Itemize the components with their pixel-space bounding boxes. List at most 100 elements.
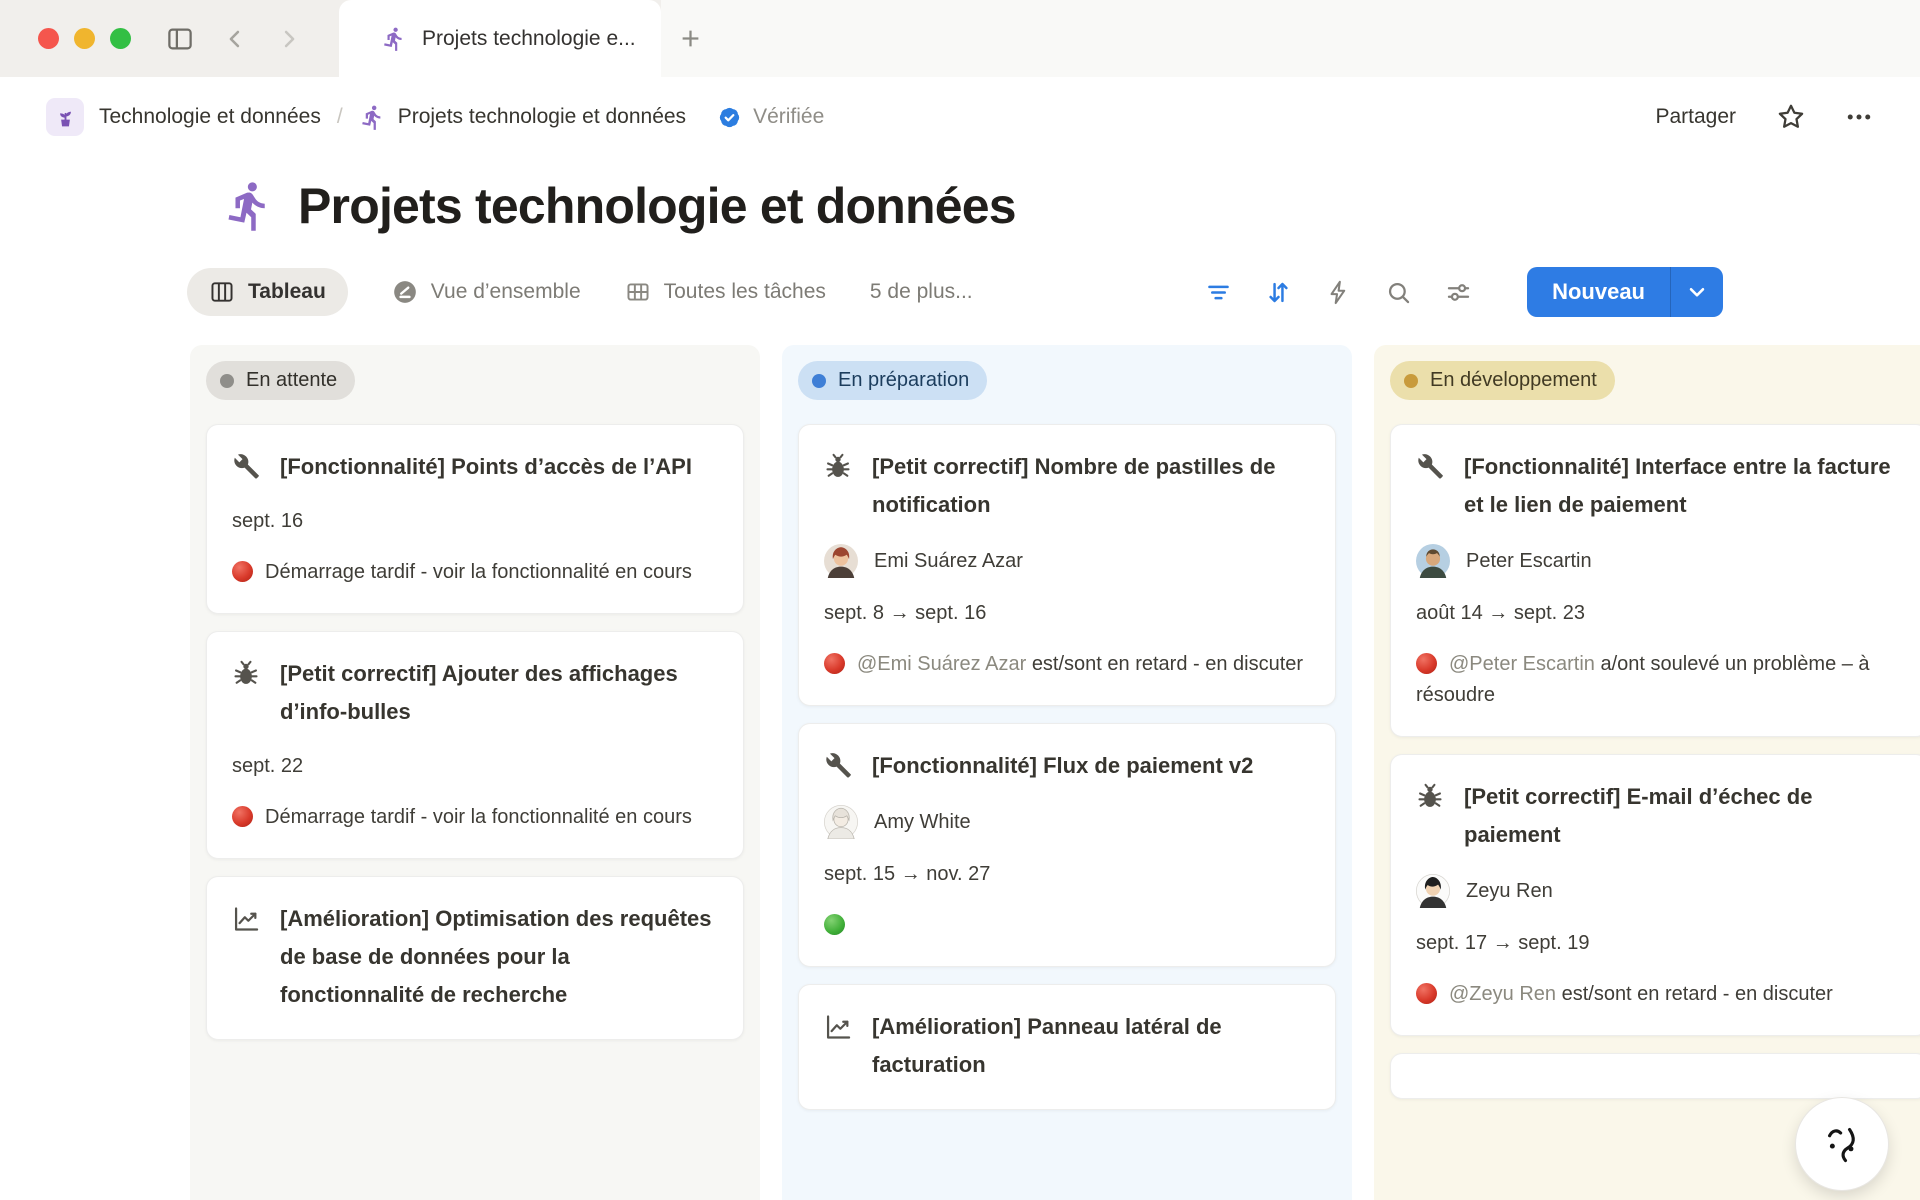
view-tab-label: Vue d’ensemble <box>431 280 581 304</box>
card-header: [Petit correctif] Nombre de pastilles de… <box>824 448 1310 524</box>
filter-icon[interactable] <box>1205 279 1232 306</box>
status-red-dot-icon <box>232 561 253 582</box>
assignee-name: Peter Escartin <box>1466 546 1592 577</box>
card-dates: sept. 16 <box>232 506 718 537</box>
column-label: En préparation <box>838 369 969 392</box>
status-red-dot-icon <box>232 806 253 827</box>
column-header-pill[interactable]: En attente <box>206 361 355 400</box>
task-card[interactable]: [Amélioration] Panneau latéral de factur… <box>798 984 1336 1110</box>
teamspace-plant-icon[interactable] <box>46 98 84 136</box>
card-title: [Petit correctif] E-mail d’échec de paie… <box>1464 778 1902 854</box>
tab-title: Projets technologie e... <box>422 27 636 51</box>
task-card[interactable]: [Petit correctif] Nombre de pastilles de… <box>798 424 1336 706</box>
board-icon <box>209 279 235 305</box>
notion-ai-face-button[interactable] <box>1796 1098 1888 1190</box>
runner-icon <box>359 104 386 131</box>
card-title: [Amélioration] Panneau latéral de factur… <box>872 1008 1310 1084</box>
view-tab-label: 5 de plus... <box>870 280 973 304</box>
bolt-icon[interactable] <box>1325 279 1352 306</box>
forward-icon[interactable] <box>275 25 303 53</box>
wrench-icon <box>232 448 260 486</box>
task-card[interactable]: [Amélioration] Optimisation des requêtes… <box>206 876 744 1040</box>
task-card[interactable]: [Petit correctif] Ajouter des affichages… <box>206 631 744 859</box>
card-title: [Petit correctif] Ajouter des affichages… <box>280 655 718 731</box>
new-button-dropdown[interactable] <box>1670 267 1723 317</box>
board-column-en-developpement: En développement [Fonctionnalité] Interfa… <box>1374 345 1920 1200</box>
verified-check-icon <box>716 104 743 131</box>
task-card[interactable]: [Fonctionnalité] Points d’accès de l’API… <box>206 424 744 614</box>
card-header: [Fonctionnalité] Interface entre la fact… <box>1416 448 1902 524</box>
avatar <box>824 805 858 839</box>
card-status: @Peter Escartin a/ont soulevé un problèm… <box>1416 649 1902 711</box>
new-button[interactable]: Nouveau <box>1527 267 1670 317</box>
card-title: [Fonctionnalité] Flux de paiement v2 <box>872 747 1253 785</box>
card-title: [Petit correctif] Nombre de pastilles de… <box>872 448 1310 524</box>
view-tab-toutes-les-taches[interactable]: Toutes les tâches <box>625 279 826 305</box>
view-toolbar: Tableau Vue d’ensemble Toutes les tâches… <box>187 259 1723 325</box>
back-icon[interactable] <box>221 25 249 53</box>
column-header-pill[interactable]: En développement <box>1390 361 1615 400</box>
status-dot-icon <box>220 374 234 388</box>
status-mention: @Emi Suárez Azar <box>857 653 1026 675</box>
more-options-icon[interactable] <box>1844 102 1874 132</box>
board-column-en-attente: En attente [Fonctionnalité] Points d’accè… <box>190 345 760 1200</box>
view-tab-tableau[interactable]: Tableau <box>187 268 348 316</box>
chart-icon <box>824 1008 852 1084</box>
card-dates: sept. 17 → sept. 19 <box>1416 928 1902 959</box>
window-title-bar: Projets technologie e... <box>0 0 1920 77</box>
status-red-dot-icon <box>1416 983 1437 1004</box>
avatar <box>824 544 858 578</box>
view-tab-label: Tableau <box>248 280 326 304</box>
card-title: [Fonctionnalité] Points d’accès de l’API <box>280 448 692 486</box>
verified-badge[interactable]: Vérifiée <box>716 104 824 131</box>
browser-tab-active[interactable]: Projets technologie e... <box>339 0 661 77</box>
status-text: est/sont en retard - en discuter <box>1562 983 1833 1005</box>
task-card-partial[interactable] <box>1390 1053 1920 1099</box>
column-cards: [Petit correctif] Nombre de pastilles de… <box>798 424 1336 1110</box>
task-card[interactable]: [Petit correctif] E-mail d’échec de paie… <box>1390 754 1920 1036</box>
breadcrumb-teamspace[interactable]: Technologie et données <box>99 105 321 129</box>
minimize-window-button[interactable] <box>74 28 95 49</box>
kanban-board: En attente [Fonctionnalité] Points d’accè… <box>0 345 1920 1200</box>
status-green-dot-icon <box>824 914 845 935</box>
tab-strip <box>661 0 1920 77</box>
page-runner-icon[interactable] <box>222 179 276 233</box>
column-header-pill[interactable]: En préparation <box>798 361 987 400</box>
assignee-name: Emi Suárez Azar <box>874 546 1023 577</box>
status-red-dot-icon <box>1416 653 1437 674</box>
card-dates: août 14 → sept. 23 <box>1416 598 1902 629</box>
page-header: Projets technologie et données <box>222 161 1920 251</box>
card-header: [Fonctionnalité] Flux de paiement v2 <box>824 747 1310 785</box>
zoom-window-button[interactable] <box>110 28 131 49</box>
task-card[interactable]: [Fonctionnalité] Flux de paiement v2 Amy … <box>798 723 1336 967</box>
bug-icon <box>1416 778 1444 854</box>
sliders-icon[interactable] <box>1445 279 1472 306</box>
search-icon[interactable] <box>1385 279 1412 306</box>
toggle-sidebar-icon[interactable] <box>165 24 195 54</box>
task-card[interactable]: [Fonctionnalité] Interface entre la fact… <box>1390 424 1920 737</box>
card-assignee: Zeyu Ren <box>1416 874 1902 908</box>
assignee-name: Amy White <box>874 807 971 838</box>
bug-icon <box>232 655 260 731</box>
view-tab-more-views[interactable]: 5 de plus... <box>870 280 973 304</box>
sort-icon[interactable] <box>1265 279 1292 306</box>
close-window-button[interactable] <box>38 28 59 49</box>
favorite-star-icon[interactable] <box>1776 102 1806 132</box>
status-text: est/sont en retard - en discuter <box>1032 653 1303 675</box>
card-status: @Zeyu Ren est/sont en retard - en discut… <box>1416 979 1902 1010</box>
status-red-dot-icon <box>824 653 845 674</box>
breadcrumb-page[interactable]: Projets technologie et données <box>398 105 686 129</box>
breadcrumb: Technologie et données / Projets technol… <box>0 77 1920 157</box>
new-tab-icon[interactable] <box>677 25 704 52</box>
card-status: Démarrage tardif - voir la fonctionnalit… <box>232 557 718 588</box>
status-text: Démarrage tardif - voir la fonctionnalit… <box>265 561 692 583</box>
card-title: [Fonctionnalité] Interface entre la fact… <box>1464 448 1902 524</box>
share-button[interactable]: Partager <box>1655 105 1736 129</box>
card-status: Démarrage tardif - voir la fonctionnalit… <box>232 802 718 833</box>
avatar <box>1416 874 1450 908</box>
card-dates: sept. 8 → sept. 16 <box>824 598 1310 629</box>
runner-icon <box>381 26 407 52</box>
card-title: [Amélioration] Optimisation des requêtes… <box>280 900 718 1014</box>
view-tab-vue-densemble[interactable]: Vue d’ensemble <box>392 279 581 305</box>
breadcrumb-separator: / <box>337 105 343 129</box>
